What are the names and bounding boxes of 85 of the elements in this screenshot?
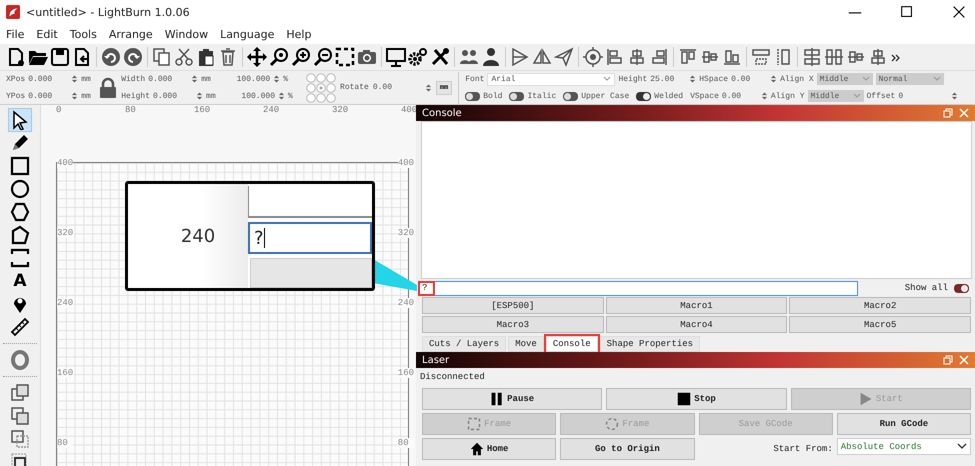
menu-item[interactable]: Language bbox=[220, 28, 274, 40]
field-label: Height bbox=[618, 74, 648, 84]
ruler-label: 400 bbox=[57, 158, 74, 168]
ruler-label: 80 bbox=[398, 438, 414, 448]
field-label: YPos bbox=[6, 92, 26, 100]
number-field[interactable]: 0.000 bbox=[153, 92, 194, 100]
field-label: Rotate bbox=[340, 83, 369, 92]
panel-tab[interactable]: Cuts / Layers bbox=[422, 336, 506, 352]
menu-item[interactable]: Help bbox=[286, 28, 312, 40]
field-label: Width bbox=[121, 74, 146, 84]
laser-button[interactable]: Stop bbox=[606, 388, 787, 410]
ruler-label: 320 bbox=[398, 228, 414, 238]
ruler-label: 240 bbox=[57, 298, 74, 308]
field-label: Offset bbox=[866, 92, 896, 100]
macro-button[interactable]: Macro5 bbox=[789, 316, 971, 333]
dropdown[interactable]: Middle bbox=[808, 90, 864, 102]
window-title: <untitled> - LightBurn 1.0.06 bbox=[26, 6, 190, 18]
ruler-label: 400 bbox=[398, 158, 414, 168]
menu-item[interactable]: Window bbox=[164, 28, 208, 40]
text-tool-button[interactable]: A bbox=[9, 270, 31, 292]
macro-button[interactable]: Macro1 bbox=[606, 297, 788, 314]
field-label: Start From: bbox=[772, 444, 833, 454]
macro-button[interactable]: Macro2 bbox=[789, 297, 971, 314]
menu-item[interactable]: Arrange bbox=[108, 28, 153, 40]
field-label: XPos bbox=[6, 74, 26, 84]
number-field[interactable]: 0.000 bbox=[28, 92, 68, 100]
ruler-label: 320 bbox=[332, 105, 350, 115]
field-label: VSpace bbox=[690, 92, 719, 100]
ruler-label: 240 bbox=[263, 105, 280, 115]
panel-tab[interactable]: Console bbox=[546, 336, 598, 352]
unit-label: % bbox=[283, 74, 290, 84]
laser-button[interactable]: Home bbox=[422, 438, 556, 460]
connection-status: Disconnected bbox=[419, 371, 486, 384]
field-label: Align X bbox=[780, 74, 814, 84]
console-input-field[interactable]: ? bbox=[419, 280, 858, 296]
menu-item[interactable]: Tools bbox=[70, 28, 97, 40]
field-label: Height bbox=[121, 92, 150, 100]
field-label: Font bbox=[465, 74, 484, 84]
panel-tab[interactable]: Shape Properties bbox=[600, 336, 700, 352]
zoomed-input-field: ? bbox=[248, 222, 372, 254]
percent-field[interactable]: 100.000 bbox=[237, 92, 276, 100]
number-field[interactable]: 0 bbox=[898, 92, 948, 100]
macro-button[interactable]: Macro3 bbox=[422, 316, 604, 333]
menu-item[interactable]: File bbox=[6, 28, 24, 40]
macro-button[interactable]: Macro4 bbox=[606, 316, 788, 333]
toggle-label: Italic bbox=[527, 92, 556, 100]
percent-field[interactable]: 100.000 bbox=[232, 74, 270, 84]
toggle-label: Welded bbox=[654, 92, 684, 100]
unit-label: % bbox=[288, 92, 294, 100]
font-dropdown[interactable]: Arial bbox=[487, 72, 616, 86]
laser-button[interactable]: Go to Origin bbox=[560, 438, 694, 460]
ruler-label: 80 bbox=[57, 438, 74, 448]
toggle-label: Show all bbox=[904, 283, 948, 293]
laser-button[interactable]: Run GCode bbox=[836, 413, 971, 435]
laser-button[interactable]: Pause bbox=[422, 388, 602, 410]
number-field[interactable]: 0.00 bbox=[372, 83, 421, 92]
ruler-label: 320 bbox=[57, 228, 74, 238]
number-field[interactable]: 0.000 bbox=[28, 74, 68, 84]
ruler-label: 160 bbox=[194, 105, 212, 115]
ruler-label: 240 bbox=[398, 298, 414, 308]
toggle-label: Upper Case bbox=[581, 92, 630, 100]
unit-label: mm bbox=[201, 74, 212, 84]
dropdown[interactable]: Normal bbox=[876, 73, 944, 85]
panel-tab[interactable]: Move bbox=[508, 336, 544, 352]
number-field[interactable]: 0.00 bbox=[722, 92, 758, 100]
dropdown[interactable]: Middle bbox=[816, 73, 873, 85]
ruler-label: 160 bbox=[398, 368, 414, 378]
zoomed-label: 240 bbox=[180, 226, 216, 246]
toggle-label: Bold bbox=[483, 92, 502, 100]
number-field[interactable]: 25.00 bbox=[650, 74, 686, 84]
ruler-label: 160 bbox=[57, 368, 74, 378]
number-field[interactable]: 0.00 bbox=[731, 74, 768, 84]
menu-item[interactable]: Edit bbox=[36, 28, 58, 40]
ruler-label: 80 bbox=[125, 105, 137, 115]
field-label: Align Y bbox=[770, 92, 804, 100]
panel-title: Laser bbox=[422, 354, 450, 366]
start-from-dropdown[interactable]: Absolute Coords bbox=[836, 438, 971, 455]
unit-label: mm bbox=[81, 74, 92, 84]
field-label: HSpace bbox=[699, 74, 728, 84]
unit-label: mm bbox=[81, 92, 92, 100]
unit-label: mm bbox=[206, 92, 217, 100]
macro-button[interactable]: [ESP500] bbox=[422, 297, 604, 314]
number-field[interactable]: 0.000 bbox=[148, 74, 188, 84]
panel-title: Console bbox=[422, 108, 462, 118]
ruler-label: 0 bbox=[56, 105, 62, 115]
